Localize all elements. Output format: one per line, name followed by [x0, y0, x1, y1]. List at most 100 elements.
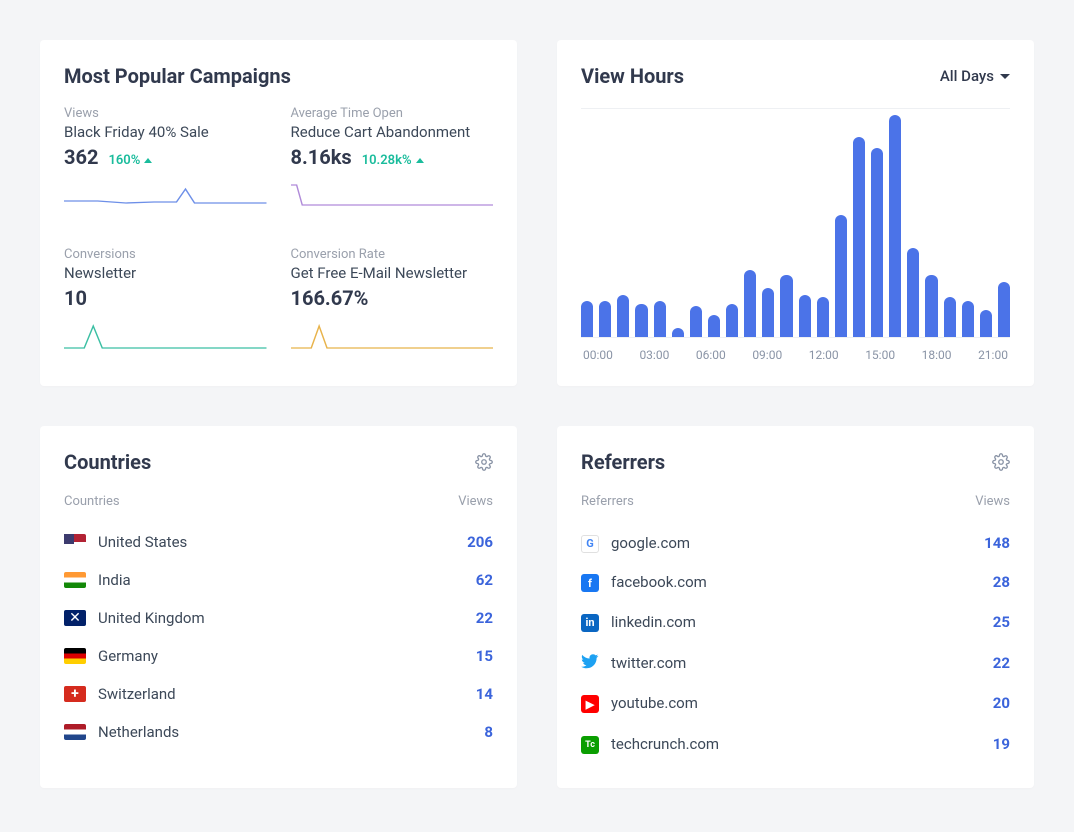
metric-label: Average Time Open	[291, 106, 494, 121]
referrer-name: twitter.com	[611, 654, 686, 672]
table-row[interactable]: Ggoogle.com 148	[581, 523, 1010, 563]
table-row[interactable]: United Kingdom 22	[64, 599, 493, 637]
bar	[925, 275, 937, 337]
th-views: Views	[458, 494, 493, 509]
table-row[interactable]: +Switzerland14	[64, 675, 493, 713]
referrer-value: 22	[993, 654, 1010, 672]
country-value: 206	[467, 533, 493, 551]
chevron-down-icon	[1000, 74, 1010, 79]
x-tick: 00:00	[583, 348, 613, 362]
twitter-icon	[581, 652, 599, 670]
referrer-value: 28	[993, 573, 1010, 591]
bar	[599, 301, 611, 337]
referrers-title: Referrers	[581, 450, 665, 474]
metric-name: Newsletter	[64, 264, 267, 282]
th-countries: Countries	[64, 494, 120, 509]
metric-value: 8.16ks	[291, 145, 352, 169]
referrer-icon: G	[581, 533, 599, 553]
bar	[617, 295, 629, 337]
referrer-value: 148	[984, 534, 1010, 552]
referrer-value: 19	[993, 735, 1010, 753]
country-name: United Kingdom	[98, 609, 205, 627]
table-row[interactable]: inlinkedin.com25	[581, 602, 1010, 642]
gear-icon[interactable]	[475, 453, 493, 471]
table-row[interactable]: f facebook.com 28	[581, 563, 1010, 603]
table-row[interactable]: twitter.com 22	[581, 642, 1010, 684]
th-referrers: Referrers	[581, 494, 634, 509]
table-row[interactable]: Netherlands8	[64, 713, 493, 751]
referrer-icon: f	[581, 573, 599, 593]
x-axis-labels: 00:0003:0006:0009:0012:0015:0018:0021:00	[581, 348, 1010, 362]
country-name: Germany	[98, 647, 158, 665]
view-hours-bars	[581, 108, 1010, 338]
referrer-name: google.com	[611, 534, 690, 552]
metric-value: 10	[64, 286, 87, 310]
campaigns-card: Most Popular Campaigns Views Black Frida…	[40, 40, 517, 386]
table-row[interactable]: India 62	[64, 561, 493, 599]
referrer-icon	[581, 652, 599, 674]
gear-icon[interactable]	[992, 453, 1010, 471]
flag-icon: +	[64, 686, 86, 702]
flag-icon	[64, 534, 86, 550]
country-value: 62	[476, 571, 493, 589]
referrer-icon: in	[581, 612, 599, 632]
up-arrow-icon	[144, 158, 152, 163]
bar	[853, 137, 865, 337]
up-arrow-icon	[416, 158, 424, 163]
country-value: 22	[476, 609, 493, 627]
metric-label: Conversion Rate	[291, 247, 494, 262]
referrer-icon: ▶	[581, 694, 599, 714]
flag-icon	[64, 572, 86, 588]
sparkline-avgtime	[291, 179, 494, 215]
country-name: India	[98, 571, 131, 589]
metric-label: Views	[64, 106, 267, 121]
bar	[817, 297, 829, 337]
bar	[654, 301, 666, 337]
bar	[998, 282, 1010, 338]
table-row[interactable]: United States206	[64, 523, 493, 561]
bar	[889, 115, 901, 337]
view-hours-title: View Hours	[581, 64, 684, 88]
metric-name: Black Friday 40% Sale	[64, 123, 267, 141]
metric-conv-rate: Conversion Rate Get Free E-Mail Newslett…	[291, 247, 494, 360]
bar	[907, 248, 919, 337]
dropdown-label: All Days	[940, 67, 994, 85]
metric-avg-time: Average Time Open Reduce Cart Abandonmen…	[291, 106, 494, 219]
metric-delta: 10.28k%	[362, 153, 424, 168]
sparkline-views	[64, 179, 267, 215]
flag-icon	[64, 648, 86, 664]
bar	[744, 270, 756, 337]
metric-conversions: Conversions Newsletter 10	[64, 247, 267, 360]
view-hours-dropdown[interactable]: All Days	[940, 67, 1010, 85]
country-value: 15	[476, 647, 493, 665]
sparkline-conversions	[64, 320, 267, 356]
countries-title: Countries	[64, 450, 151, 474]
bar	[708, 315, 720, 337]
country-name: Switzerland	[98, 685, 176, 703]
metric-name: Get Free E-Mail Newsletter	[291, 264, 494, 282]
bar	[799, 295, 811, 337]
metric-views: Views Black Friday 40% Sale 362 160%	[64, 106, 267, 219]
bar	[581, 301, 593, 337]
metric-value: 166.67%	[291, 286, 369, 310]
referrer-value: 25	[993, 613, 1010, 631]
x-tick: 09:00	[752, 348, 782, 362]
bar	[835, 215, 847, 337]
x-tick: 06:00	[696, 348, 726, 362]
bar	[871, 148, 883, 337]
metric-name: Reduce Cart Abandonment	[291, 123, 494, 141]
bar	[635, 304, 647, 337]
table-row[interactable]: Germany 15	[64, 637, 493, 675]
x-tick: 21:00	[978, 348, 1008, 362]
table-row[interactable]: ▶youtube.com20	[581, 684, 1010, 724]
table-row[interactable]: Tctechcrunch.com19	[581, 723, 1010, 764]
sparkline-conv-rate	[291, 320, 494, 356]
bar	[762, 288, 774, 337]
x-tick: 18:00	[922, 348, 952, 362]
flag-icon	[64, 724, 86, 740]
referrers-card: Referrers Referrers Views Ggoogle.com148…	[557, 426, 1034, 788]
bar	[726, 304, 738, 337]
referrer-name: facebook.com	[611, 573, 707, 591]
country-name: Netherlands	[98, 723, 179, 741]
referrer-value: 20	[993, 694, 1010, 712]
